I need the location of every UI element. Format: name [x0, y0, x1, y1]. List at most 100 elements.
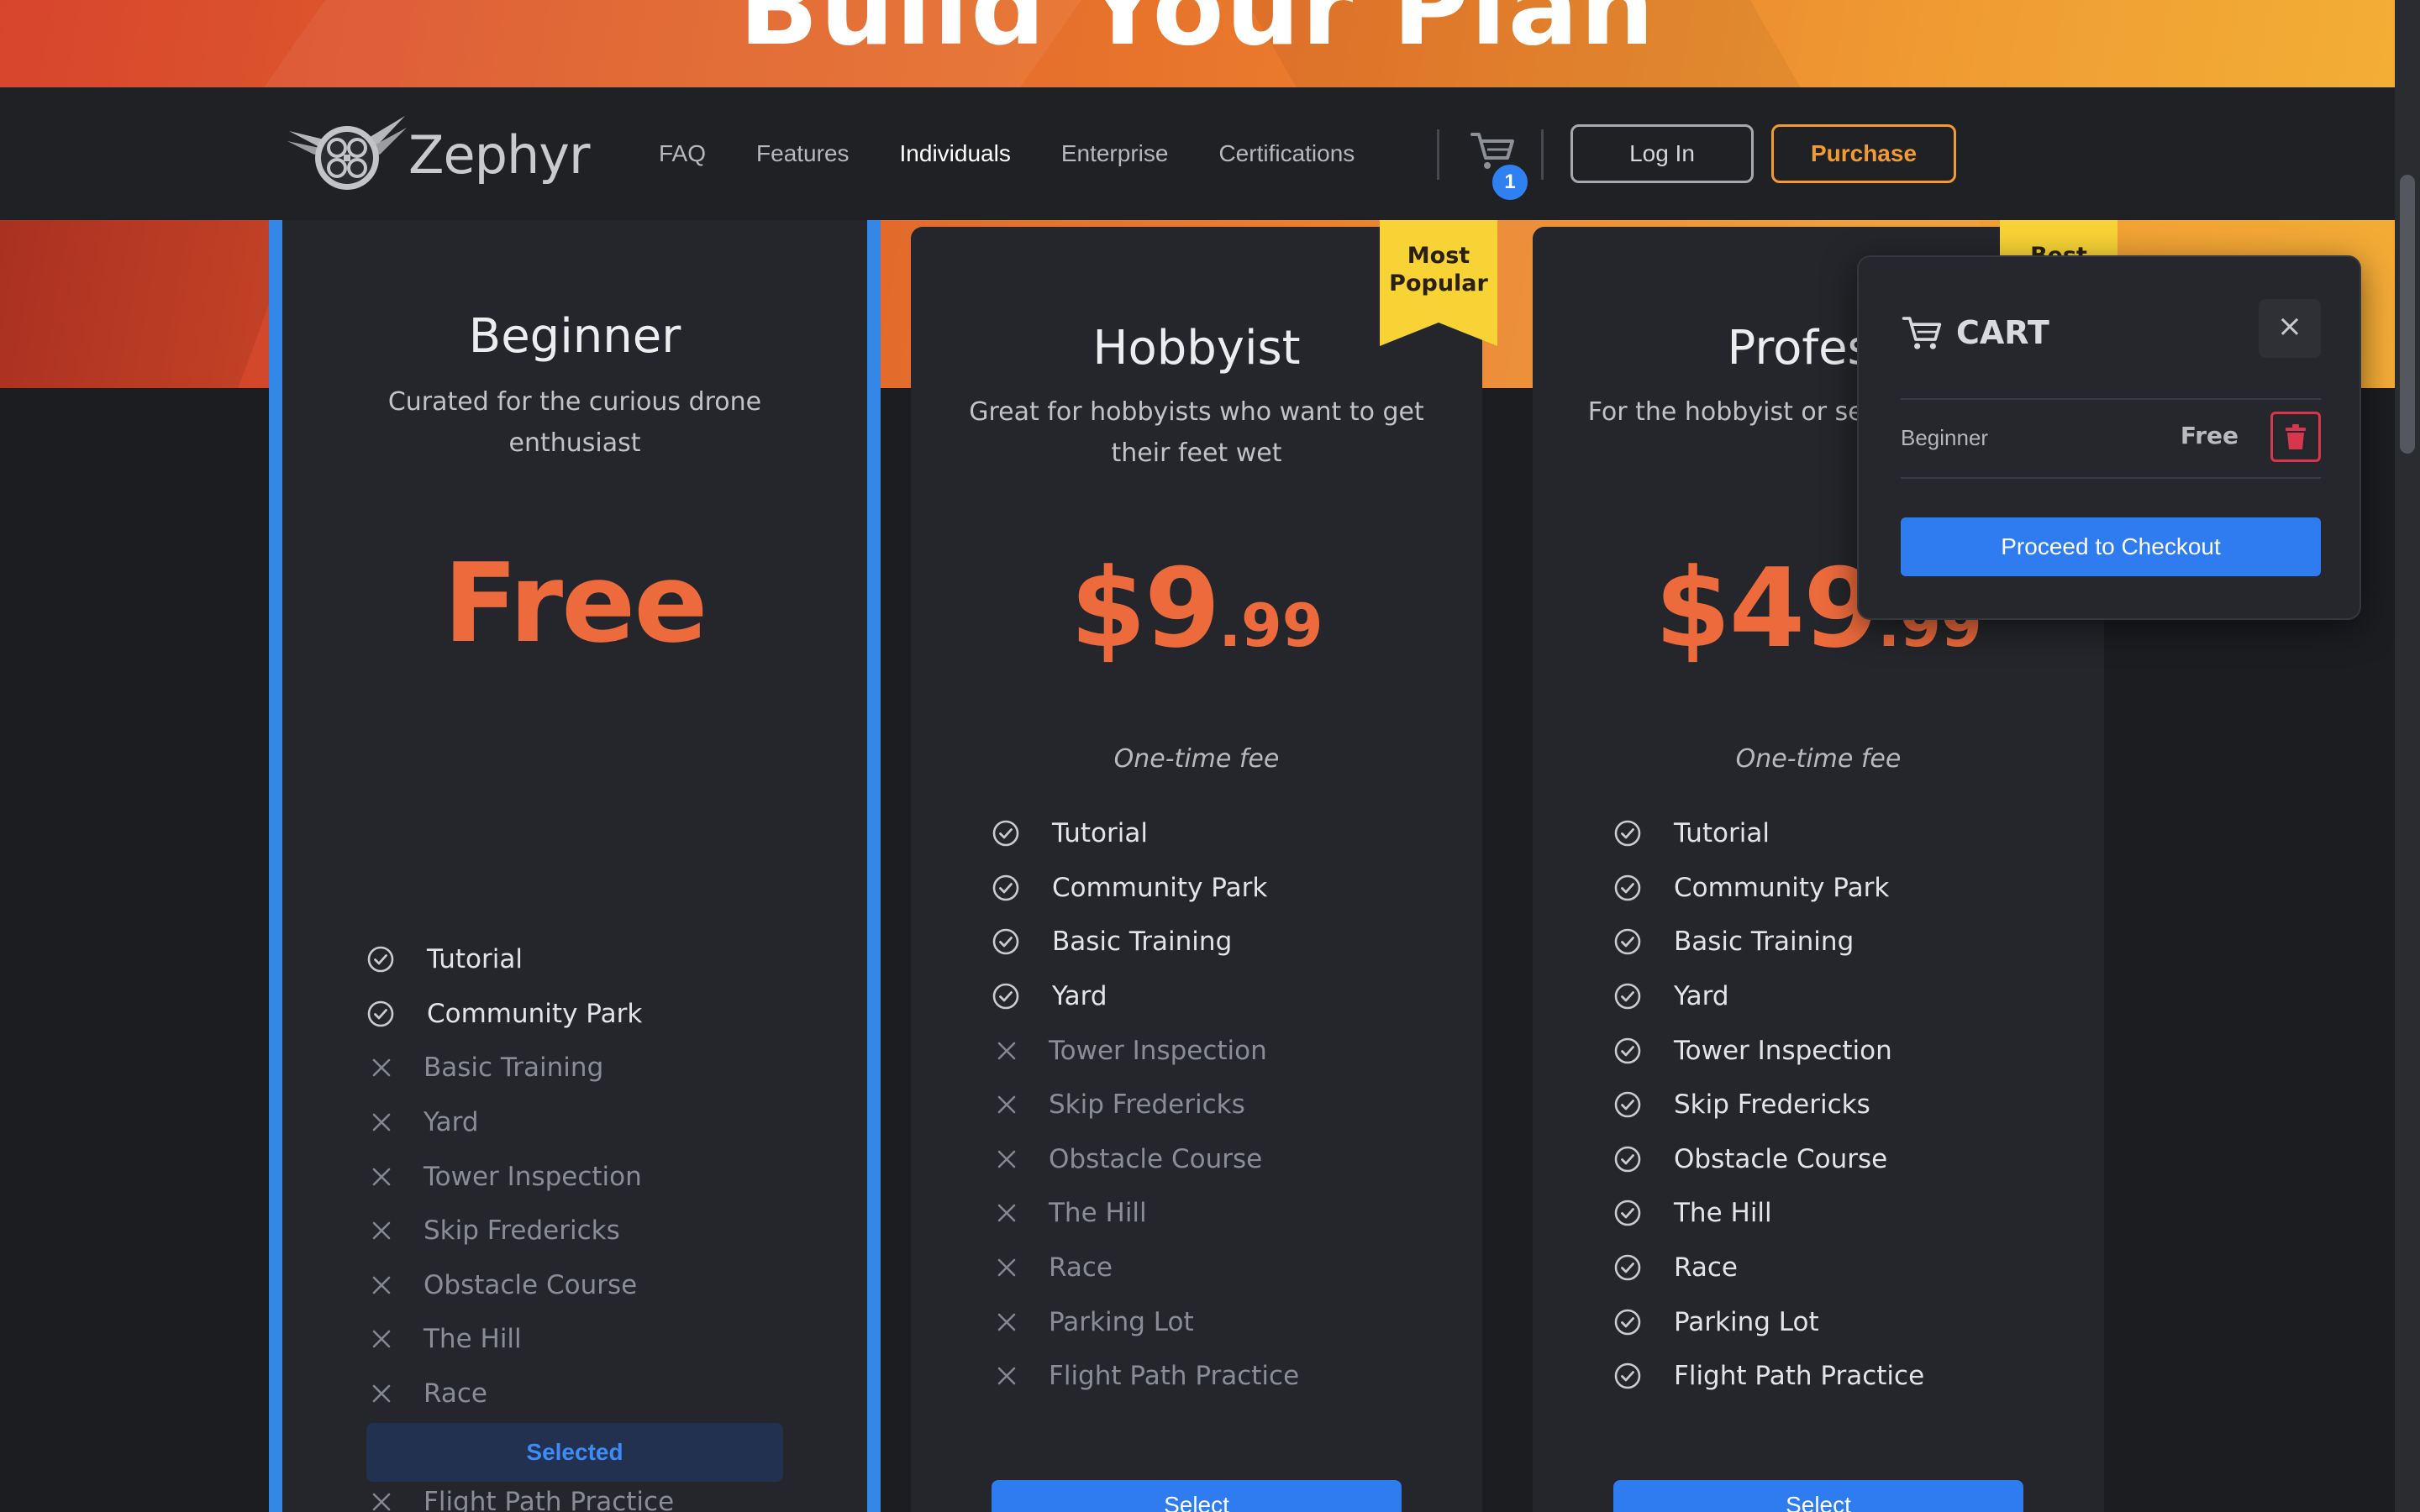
feature-item: Obstacle Course	[366, 1258, 674, 1313]
brand-name: Zephyr	[408, 124, 590, 186]
feature-item: Tower Inspection	[366, 1149, 674, 1204]
cart-title: CART	[1956, 314, 2049, 351]
feature-item: Parking Lot	[1613, 1294, 1924, 1349]
select-button[interactable]: Select	[1613, 1480, 2023, 1512]
plan-card-beginner[interactable]: Beginner Curated for the curious drone e…	[269, 220, 881, 1512]
hero-title: Build Your Plan	[739, 0, 1656, 69]
feature-item: Community Park	[1613, 861, 1924, 916]
cart-item-price: Free	[2180, 422, 2238, 449]
nav-links: FAQ Features Individuals Enterprise Cert…	[659, 87, 1405, 220]
plan-price: Free	[282, 539, 867, 667]
x-icon	[371, 1492, 392, 1512]
feature-item: Tutorial	[992, 806, 1299, 861]
feature-item: Skip Fredericks	[366, 1204, 674, 1258]
feature-item: Skip Fredericks	[992, 1078, 1299, 1132]
select-button[interactable]: Select	[992, 1480, 1402, 1512]
most-popular-ribbon: Most Popular	[1380, 220, 1497, 346]
price-main: Free	[443, 539, 708, 667]
feature-label: Obstacle Course	[424, 1269, 638, 1300]
feature-item: Tower Inspection	[992, 1023, 1299, 1078]
plan-fee: One-time fee	[1735, 744, 1902, 774]
feature-list: Tutorial Community Park Basic Training Yard…	[992, 806, 1299, 1404]
feature-label: Flight Path Practice	[1049, 1361, 1300, 1392]
feature-label: Flight Path Practice	[424, 1487, 675, 1512]
feature-item: Community Park	[992, 861, 1299, 916]
check-circle-icon	[992, 927, 1020, 956]
brand-logo[interactable]: Zephyr	[284, 113, 590, 193]
nav-link-features[interactable]: Features	[756, 140, 850, 167]
check-circle-icon	[366, 1000, 395, 1028]
feature-item: Tutorial	[366, 932, 674, 987]
x-icon	[371, 1275, 392, 1295]
check-circle-icon	[1613, 1145, 1642, 1173]
feature-label: Tower Inspection	[424, 1161, 642, 1192]
nav-link-individuals[interactable]: Individuals	[900, 140, 1011, 167]
feature-list: Tutorial Community Park Basic Training Yard…	[1613, 806, 1924, 1404]
x-icon	[997, 1149, 1017, 1169]
feature-item: Flight Path Practice	[1613, 1349, 1924, 1404]
drone-logo-icon	[287, 116, 407, 190]
feature-item: The Hill	[992, 1186, 1299, 1241]
x-icon	[371, 1112, 392, 1132]
feature-label: Basic Training	[1674, 927, 1854, 958]
ribbon-label: Most Popular	[1389, 243, 1488, 297]
feature-label: Skip Fredericks	[1674, 1089, 1870, 1121]
feature-label: Race	[424, 1378, 487, 1410]
login-button[interactable]: Log In	[1570, 124, 1754, 183]
purchase-button[interactable]: Purchase	[1771, 124, 1956, 183]
feature-label: Community Park	[427, 998, 643, 1029]
cart-icon	[1902, 317, 1942, 349]
x-icon	[997, 1041, 1017, 1061]
x-icon	[371, 1383, 392, 1404]
feature-item: Flight Path Practice	[992, 1349, 1299, 1404]
plan-card-hobbyist[interactable]: Hobbyist Great for hobbyists who want to…	[911, 227, 1482, 1512]
price-main: $9	[1070, 544, 1221, 672]
nav-link-faq[interactable]: FAQ	[659, 140, 706, 167]
feature-item: Tutorial	[1613, 806, 1924, 861]
check-circle-icon	[992, 874, 1020, 902]
check-circle-icon	[1613, 1362, 1642, 1390]
feature-label: Race	[1049, 1252, 1113, 1284]
cart-header: CART	[1901, 307, 2049, 358]
x-icon	[371, 1221, 392, 1241]
feature-item: The Hill	[366, 1312, 674, 1367]
remove-item-button[interactable]	[2270, 412, 2321, 462]
check-circle-icon	[1613, 1199, 1642, 1227]
plan-title: Beginner	[468, 309, 681, 364]
plan-subtitle: Great for hobbyists who want to get thei…	[969, 397, 1424, 468]
price-cents: .99	[1218, 591, 1323, 660]
scrollbar-thumb[interactable]	[2400, 175, 2415, 454]
feature-label: Yard	[1052, 981, 1107, 1012]
feature-label: Skip Fredericks	[424, 1215, 620, 1247]
cart-count-badge: 1	[1489, 161, 1531, 203]
check-circle-icon	[1613, 1090, 1642, 1119]
feature-label: The Hill	[1674, 1198, 1772, 1229]
feature-label: Yard	[424, 1107, 479, 1138]
plan-subtitle: Curated for the curious drone enthusiast	[387, 387, 762, 458]
feature-label: Skip Fredericks	[1049, 1089, 1245, 1121]
divider	[1901, 398, 2321, 400]
hero-banner: Build Your Plan	[0, 0, 2395, 87]
feature-label: Obstacle Course	[1674, 1143, 1888, 1174]
x-icon	[997, 1257, 1017, 1278]
nav-link-certifications[interactable]: Certifications	[1218, 140, 1355, 167]
x-icon	[997, 1312, 1017, 1332]
feature-label: Tutorial	[427, 944, 523, 975]
selected-button[interactable]: Selected	[366, 1423, 783, 1482]
nav-link-enterprise[interactable]: Enterprise	[1061, 140, 1169, 167]
feature-label: Basic Training	[1052, 927, 1233, 958]
check-circle-icon	[1613, 1037, 1642, 1065]
checkout-button[interactable]: Proceed to Checkout	[1901, 517, 2321, 576]
check-circle-icon	[1613, 874, 1642, 902]
check-circle-icon	[1613, 819, 1642, 848]
check-circle-icon	[1613, 927, 1642, 956]
plan-price: $9.99	[911, 544, 1482, 672]
check-circle-icon	[1613, 982, 1642, 1011]
x-icon	[371, 1058, 392, 1078]
feature-item: Yard	[1613, 969, 1924, 1024]
nav-divider	[1541, 129, 1544, 180]
feature-item: Basic Training	[1613, 915, 1924, 969]
close-icon[interactable]: ×	[2259, 299, 2321, 358]
feature-label: The Hill	[424, 1324, 522, 1355]
check-circle-icon	[992, 982, 1020, 1011]
